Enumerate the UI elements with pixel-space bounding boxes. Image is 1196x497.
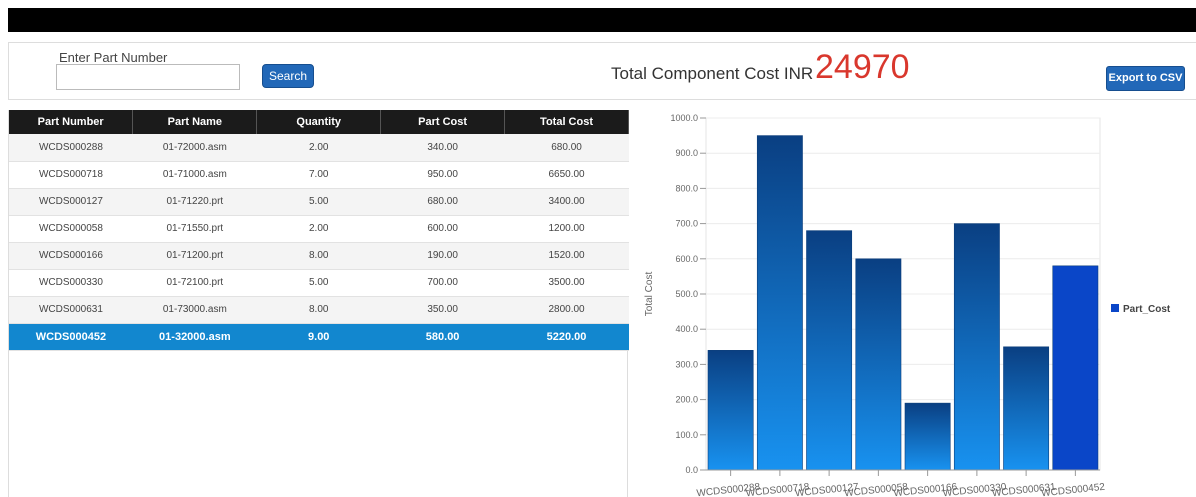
table-cell: WCDS000718 xyxy=(9,161,133,189)
table-cell: 350.00 xyxy=(380,296,505,324)
table-cell: 01-71200.prt xyxy=(132,242,257,270)
parts-grid: Part Number Part Name Quantity Part Cost… xyxy=(8,110,629,497)
export-csv-button[interactable]: Export to CSV xyxy=(1106,66,1185,91)
column-header[interactable]: Part Cost xyxy=(380,110,506,134)
table-cell: WCDS000058 xyxy=(9,215,133,243)
table-cell: 1200.00 xyxy=(504,215,629,243)
table-cell: 580.00 xyxy=(380,323,505,351)
y-tick-label: 700.0 xyxy=(675,219,698,229)
table-cell: 2800.00 xyxy=(504,296,629,324)
table-row[interactable]: WCDS000058 01-71550.prt 2.00 600.00 1200.00 xyxy=(9,215,629,243)
table-cell: WCDS000330 xyxy=(9,269,133,297)
y-tick-label: 400.0 xyxy=(675,324,698,334)
table-cell: 700.00 xyxy=(380,269,505,297)
column-header[interactable]: Quantity xyxy=(256,110,382,134)
column-header[interactable]: Total Cost xyxy=(504,110,629,134)
y-tick-label: 0.0 xyxy=(685,465,698,475)
table-cell: 01-71000.asm xyxy=(132,161,257,189)
y-tick-label: 1000.0 xyxy=(670,113,698,123)
search-header: Enter Part Number Search Total Component… xyxy=(8,42,1196,100)
bar[interactable] xyxy=(953,223,1000,471)
part-cost-chart: 0.0 100.0 200.0 300.0 400.0 500.0 600.0 700.0 80… xyxy=(644,113,1171,497)
column-header[interactable]: Part Name xyxy=(132,110,258,134)
table-row[interactable]: WCDS000718 01-71000.asm 7.00 950.00 6650.00 xyxy=(9,161,629,189)
top-bar xyxy=(8,8,1196,32)
table-cell: 01-32000.asm xyxy=(132,323,257,351)
table-cell: WCDS000452 xyxy=(9,323,133,351)
table-cell: WCDS000166 xyxy=(9,242,133,270)
table-cell: 9.00 xyxy=(256,323,381,351)
bar[interactable] xyxy=(756,135,803,471)
y-axis-label: Total Cost xyxy=(644,272,655,317)
parts-table: Part Number Part Name Quantity Part Cost… xyxy=(9,110,629,351)
table-cell: 8.00 xyxy=(256,296,381,324)
table-cell: 2.00 xyxy=(256,134,381,162)
y-tick-label: 600.0 xyxy=(675,254,698,264)
part-number-input[interactable] xyxy=(56,64,240,90)
table-cell: 190.00 xyxy=(380,242,505,270)
table-cell: 01-72100.prt xyxy=(132,269,257,297)
y-tick-label: 200.0 xyxy=(675,395,698,405)
total-cost-label: Total Component Cost INR xyxy=(611,64,814,83)
y-tick-label: 900.0 xyxy=(675,148,698,158)
total-cost-value: 24970 xyxy=(815,48,910,86)
table-row[interactable]: WCDS000166 01-71200.prt 8.00 190.00 1520.00 xyxy=(9,242,629,270)
table-cell: 680.00 xyxy=(504,134,629,162)
table-row[interactable]: WCDS000330 01-72100.prt 5.00 700.00 3500.00 xyxy=(9,269,629,297)
search-button[interactable]: Search xyxy=(262,64,314,88)
table-row[interactable]: WCDS000288 01-72000.asm 2.00 340.00 680.00 xyxy=(9,134,629,162)
table-header-row: Part Number Part Name Quantity Part Cost… xyxy=(9,110,629,134)
table-cell: 8.00 xyxy=(256,242,381,270)
table-cell: 950.00 xyxy=(380,161,505,189)
table-cell: 01-73000.asm xyxy=(132,296,257,324)
table-row[interactable]: WCDS000127 01-71220.prt 5.00 680.00 3400.00 xyxy=(9,188,629,216)
table-cell: 7.00 xyxy=(256,161,381,189)
y-tick-label: 800.0 xyxy=(675,183,698,193)
table-cell: 01-72000.asm xyxy=(132,134,257,162)
bar[interactable] xyxy=(1052,265,1099,471)
table-cell: 3400.00 xyxy=(504,188,629,216)
table-cell: WCDS000127 xyxy=(9,188,133,216)
bar[interactable] xyxy=(855,258,902,471)
table-cell: WCDS000288 xyxy=(9,134,133,162)
table-cell: 01-71550.prt xyxy=(132,215,257,243)
table-cell: 340.00 xyxy=(380,134,505,162)
table-cell: 5.00 xyxy=(256,269,381,297)
table-cell: 3500.00 xyxy=(504,269,629,297)
table-row[interactable]: WCDS000452 01-32000.asm 9.00 580.00 5220.00 xyxy=(9,323,629,351)
table-cell: 680.00 xyxy=(380,188,505,216)
bar[interactable] xyxy=(707,350,754,471)
table-cell: 01-71220.prt xyxy=(132,188,257,216)
table-cell: 5.00 xyxy=(256,188,381,216)
table-cell: 600.00 xyxy=(380,215,505,243)
bar[interactable] xyxy=(1003,346,1050,471)
y-tick-label: 500.0 xyxy=(675,289,698,299)
part-number-label: Enter Part Number xyxy=(59,50,168,65)
y-tick-label: 100.0 xyxy=(675,430,698,440)
table-cell: WCDS000631 xyxy=(9,296,133,324)
table-cell: 6650.00 xyxy=(504,161,629,189)
table-cell: 5220.00 xyxy=(504,323,629,351)
table-row[interactable]: WCDS000631 01-73000.asm 8.00 350.00 2800.00 xyxy=(9,296,629,324)
y-tick-label: 300.0 xyxy=(675,359,698,369)
column-header[interactable]: Part Number xyxy=(9,110,134,134)
bar[interactable] xyxy=(904,402,951,471)
legend-label: Part_Cost xyxy=(1123,304,1171,315)
bar[interactable] xyxy=(806,230,853,471)
table-cell: 2.00 xyxy=(256,215,381,243)
table-cell: 1520.00 xyxy=(504,242,629,270)
legend-swatch xyxy=(1111,304,1119,312)
